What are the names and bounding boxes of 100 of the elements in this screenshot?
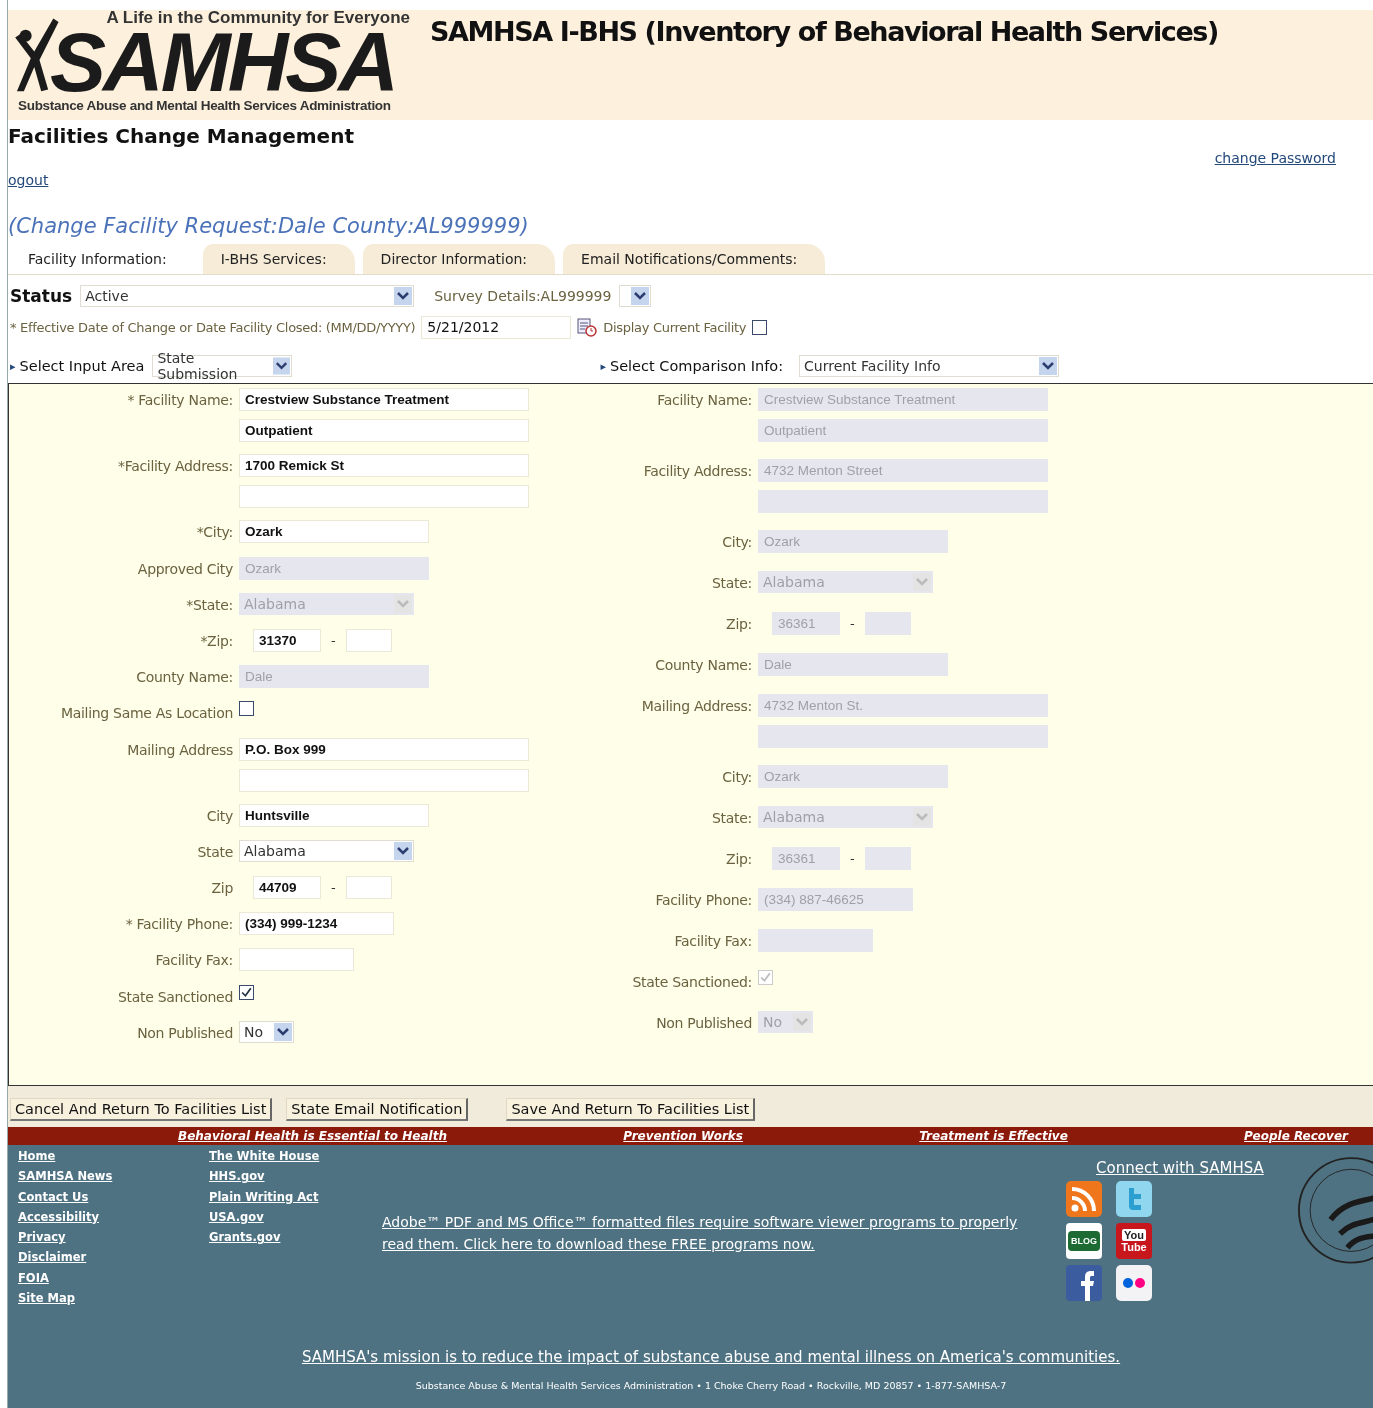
field-label: Mailing Same As Location	[59, 704, 233, 724]
zip-separator: -	[850, 851, 855, 866]
slogan-link[interactable]: Prevention Works	[623, 1129, 743, 1143]
footer-link[interactable]: Plain Writing Act	[209, 1187, 319, 1206]
field-label: County Name:	[135, 668, 233, 688]
text-field[interactable]: P.O. Box 999	[239, 737, 529, 761]
footer-link[interactable]: USA.gov	[209, 1207, 264, 1227]
field-label: Facility Name:	[656, 391, 752, 410]
text-field[interactable]: Huntsville	[239, 803, 429, 827]
zip-extension-field[interactable]	[864, 612, 911, 635]
status-dropdown[interactable]: Active	[80, 285, 415, 307]
survey-dropdown[interactable]	[619, 285, 652, 307]
field-label: *Facility Address:	[117, 457, 233, 477]
zip-field[interactable]: 31370	[253, 628, 321, 652]
field-label: City:	[721, 533, 752, 552]
mission-link[interactable]: SAMHSA's mission is to reduce the impact of substance abuse and mental illness on America's communities.	[301, 1348, 1121, 1366]
comparison-label: Select Comparison Info:	[609, 358, 784, 374]
text-field[interactable]: (334) 999-1234	[239, 912, 394, 936]
footer-link[interactable]: Home	[18, 1147, 56, 1166]
date-field[interactable]: 5/21/2012	[421, 315, 572, 339]
field-label: Approved City	[136, 559, 233, 579]
input-area-dropdown[interactable]: State Submission	[152, 355, 293, 377]
rss-icon[interactable]	[1066, 1181, 1102, 1217]
footer-link[interactable]: SAMHSA News	[18, 1167, 113, 1186]
footer-link[interactable]: Contact Us	[18, 1187, 89, 1206]
footer-link[interactable]: FOIA	[18, 1268, 49, 1288]
state-dropdown[interactable]: No	[239, 1020, 294, 1043]
change-password-link[interactable]: change Password	[1214, 150, 1336, 166]
zip-separator: -	[331, 632, 336, 648]
field-label: Zip:	[725, 615, 752, 634]
field-label: *City:	[195, 523, 233, 543]
field-label: County Name:	[654, 656, 752, 675]
text-field[interactable]	[239, 948, 354, 972]
slogan-link[interactable]: Behavioral Health is Essential to Health	[178, 1129, 447, 1143]
field-label: City:	[721, 768, 752, 787]
action-button[interactable]: Cancel And Return To Facilities List	[10, 1098, 273, 1121]
effective-date-label: * Effective Date of Change or Date Facility Closed: (MM/DD/YYYY)	[10, 319, 416, 335]
footer-link[interactable]: Privacy	[18, 1228, 66, 1247]
zip-extension-field[interactable]	[345, 628, 392, 652]
footer-link[interactable]: HHS.gov	[209, 1167, 265, 1186]
field-label: Zip	[210, 879, 233, 899]
field-label: State:	[711, 809, 752, 828]
slogan-link[interactable]: Treatment is Effective	[919, 1129, 1068, 1143]
input-area-label: Select Input Area	[19, 358, 145, 374]
text-field[interactable]	[239, 768, 529, 792]
checkbox[interactable]	[239, 701, 254, 717]
triangle-marker: ▸	[10, 359, 16, 373]
footer-link[interactable]: The White House	[209, 1147, 320, 1166]
checkbox[interactable]	[752, 319, 768, 335]
state-dropdown[interactable]: Alabama	[239, 839, 414, 862]
logo-tagline: A Life in the Community for Everyone	[106, 10, 410, 26]
field-label: Facility Fax:	[673, 932, 752, 951]
address-text: Substance Abuse & Mental Health Services Administration • 1 Choke Cherry Road • Rockville, MD 20857 • 1-877-SAMHSA-7	[415, 1380, 1007, 1391]
text-field[interactable]: Crestview Substance Treatment	[239, 388, 529, 411]
logo-wordmark: SAMHSA	[50, 26, 396, 98]
field-label: * Facility Phone:	[124, 915, 233, 935]
zip-extension-field[interactable]	[864, 847, 911, 870]
text-field[interactable]: Outpatient	[239, 419, 529, 442]
action-button[interactable]: Save And Return To Facilities List	[506, 1098, 756, 1121]
status-label: Status	[10, 286, 73, 306]
site-title: SAMHSA I-BHS (Inventory of Behavioral Health Services)	[430, 16, 1218, 49]
survey-details-label: Survey Details:AL999999	[434, 288, 612, 304]
slogan-link[interactable]: People Recover	[1244, 1129, 1348, 1143]
footer-link[interactable]: Grants.gov	[209, 1228, 281, 1247]
field-label: Mailing Address	[126, 740, 233, 760]
zip-separator: -	[850, 616, 855, 631]
field-label: Zip:	[725, 850, 752, 869]
field-label: Facility Fax:	[154, 951, 233, 971]
field-label: Mailing Address:	[640, 697, 752, 716]
zip-extension-field[interactable]	[345, 876, 392, 900]
field-label: City	[205, 806, 233, 826]
two-dots-icon[interactable]	[1116, 1265, 1152, 1301]
logo-subtitle: Substance Abuse and Mental Health Services Administration	[18, 98, 392, 113]
footer-link[interactable]: Accessibility	[18, 1207, 100, 1227]
software-note-link[interactable]: Adobe™ PDF and MS Office™ formatted files require software viewer programs to properly read them. Click here to download these FREE programs now.	[382, 1211, 1032, 1255]
triangle-marker: ▸	[600, 359, 606, 373]
tab[interactable]: Email Notifications/Comments:	[563, 244, 826, 274]
footer-link[interactable]: Disclaimer	[18, 1248, 87, 1267]
footer-link[interactable]: Site Map	[18, 1289, 75, 1308]
field-label: *State:	[185, 595, 233, 615]
tab[interactable]: Director Information:	[362, 244, 556, 274]
action-button[interactable]: State Email Notification	[286, 1098, 469, 1121]
bird-letter-icon[interactable]	[1116, 1181, 1152, 1217]
field-label: Facility Phone:	[654, 891, 752, 910]
display-current-facility-label: Display Current Facility	[603, 319, 747, 335]
zip-field[interactable]: 44709	[253, 876, 321, 900]
field-label: Non Published	[136, 1023, 233, 1043]
checkbox[interactable]	[239, 984, 254, 1000]
comparison-dropdown[interactable]: Current Facility Info	[799, 355, 1060, 377]
video-icon[interactable]: You Tube	[1116, 1223, 1152, 1259]
text-field[interactable]: Ozark	[239, 520, 429, 544]
field-label: *Zip:	[199, 631, 233, 651]
blog-icon[interactable]: BLOG	[1066, 1223, 1102, 1259]
text-field[interactable]: 1700 Remick St	[239, 454, 529, 478]
connect-heading-link[interactable]: Connect with SAMHSA	[1096, 1159, 1264, 1177]
tab[interactable]: I-BHS Services:	[202, 244, 355, 274]
text-field[interactable]	[239, 485, 529, 509]
calendar-icon[interactable]	[577, 317, 598, 337]
facebook-icon[interactable]	[1066, 1265, 1102, 1301]
logout-link[interactable]: ogout	[8, 172, 49, 188]
